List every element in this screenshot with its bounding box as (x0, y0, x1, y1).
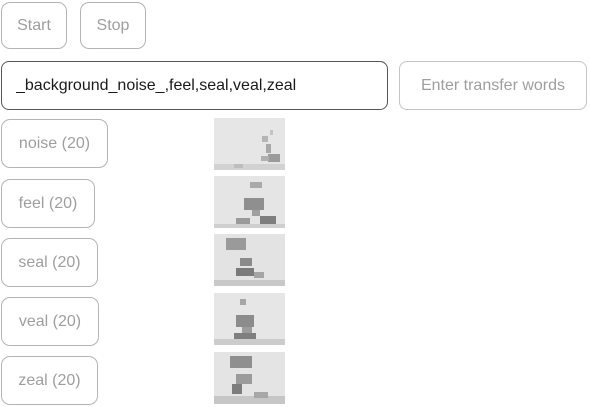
word-button-feel[interactable]: feel (20) (1, 179, 95, 228)
word-button-seal[interactable]: seal (20) (1, 238, 98, 287)
word-button-zeal[interactable]: zeal (20) (1, 356, 98, 405)
spectrogram-seal (214, 234, 285, 286)
transfer-words-input[interactable] (399, 61, 587, 110)
spectrogram-veal (214, 293, 285, 345)
spectrogram-zeal (214, 352, 285, 404)
words-input[interactable] (1, 61, 388, 110)
start-button[interactable]: Start (1, 2, 67, 49)
stop-button[interactable]: Stop (80, 2, 146, 49)
word-button-veal[interactable]: veal (20) (1, 297, 99, 346)
word-button-noise[interactable]: noise (20) (1, 119, 108, 168)
spectrogram-feel (214, 176, 285, 228)
spectrogram-noise (214, 118, 285, 170)
